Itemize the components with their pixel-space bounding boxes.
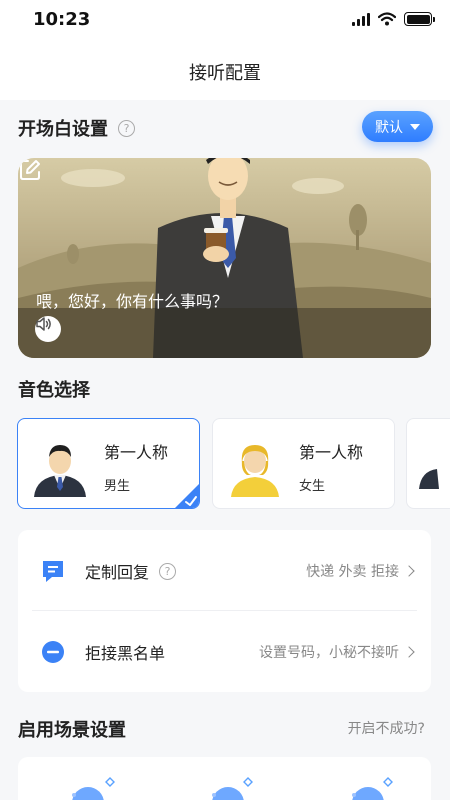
setup-failed-link[interactable]: 开启不成功? [348,718,425,738]
page-title: 接听配置 [189,63,261,84]
voice-section-title: 音色选择 [18,380,90,401]
help-icon[interactable]: ? [118,119,135,137]
scene-section-header: 启用场景设置 [18,716,126,742]
male-avatar [34,445,86,497]
help-icon[interactable]: ? [159,562,177,580]
menu-label: 定制回复 ? [85,559,177,583]
wifi-icon [378,12,396,26]
scene-icon[interactable] [352,777,393,800]
greeting-section-title: 开场白设置 [18,119,108,140]
play-greeting-button[interactable] [35,316,61,342]
chevron-right-icon [403,565,415,577]
scene-icons [72,777,393,800]
chevron-right-icon [403,646,415,658]
default-dropdown-label: 默认 [375,119,403,136]
menu-value: 设置号码，小秘不接听 [259,642,415,662]
female-avatar [231,445,279,497]
menu-label-text: 拒接黑名单 [85,644,166,663]
battery-icon [404,12,435,26]
scene-card [18,757,431,800]
scene-icon[interactable] [72,777,115,800]
voice-option-female[interactable]: 第一人称 女生 [212,418,395,509]
menu-row-custom-reply[interactable]: 定制回复 ? 快递 外卖 拒接 [18,530,431,610]
status-bar: 10:23 [0,0,450,40]
menu-label-text: 定制回复 [85,563,150,582]
scene-icon[interactable] [212,777,253,800]
menu-value-text: 设置号码，小秘不接听 [259,645,399,661]
menu-row-blacklist[interactable]: 拒接黑名单 设置号码，小秘不接听 [18,611,431,691]
status-icons [352,12,435,26]
businessman-illustration [18,158,431,358]
menu-value-text: 快递 外卖 拒接 [306,564,399,580]
block-icon [42,641,64,663]
signal-icon [352,12,370,26]
voice-option-name: 第一人称 [104,443,169,462]
scene-section-title: 启用场景设置 [18,720,126,741]
greeting-section-header: 开场白设置 ? [18,115,135,141]
voice-option-gender: 男生 [104,479,131,494]
menu-value: 快递 外卖 拒接 [306,561,415,581]
settings-menu-card: 定制回复 ? 快递 外卖 拒接 拒接黑名单 设置号码，小秘不接听 [18,530,431,692]
speaker-icon [36,317,51,331]
menu-label: 拒接黑名单 [85,640,165,664]
caret-down-icon [410,123,420,130]
voice-option-partial[interactable] [406,418,450,509]
voice-option-gender: 女生 [299,479,326,494]
partial-avatar [419,469,439,489]
chat-bubble-icon [43,561,63,582]
voice-option-male[interactable]: 第一人称 男生 [17,418,200,509]
status-time: 10:23 [33,9,91,30]
edit-icon[interactable] [18,158,42,182]
selected-check-icon [175,484,199,508]
greeting-banner[interactable]: 喂，您好，你有什么事吗？ [18,158,431,358]
voice-option-name: 第一人称 [299,443,364,462]
default-dropdown-button[interactable]: 默认 [362,111,433,142]
voice-section-header: 音色选择 [18,376,90,402]
greeting-text: 喂，您好，你有什么事吗？ [36,292,229,311]
nav-bar: 接听配置 [0,40,450,100]
